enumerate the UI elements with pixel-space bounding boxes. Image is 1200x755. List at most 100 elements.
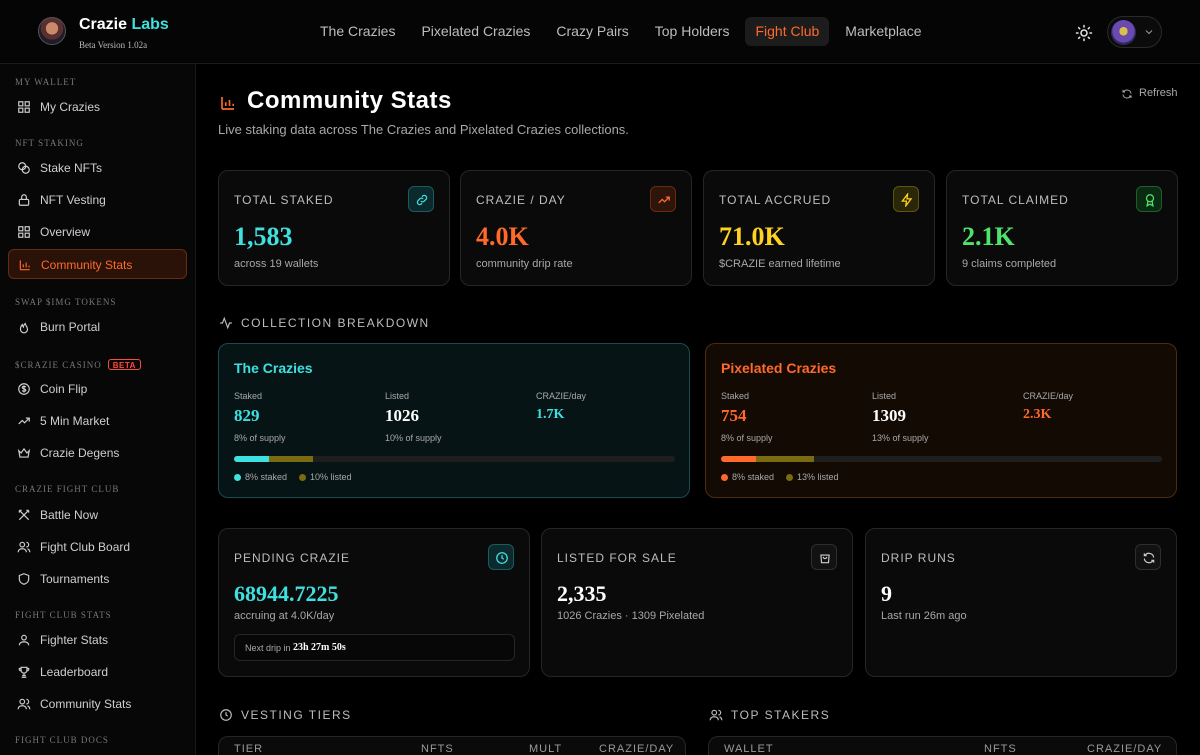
legend-listed: 13% listed (786, 472, 839, 482)
listed-value: 1309 (872, 406, 906, 425)
collection-card-the-crazies: The Crazies Staked 829 8% of supply List… (218, 343, 690, 498)
swords-icon (18, 509, 30, 521)
users-icon (17, 698, 31, 710)
sidebar-item-leaderboard[interactable]: Leaderboard (8, 657, 187, 687)
sidebar-item-label: Tournaments (40, 572, 110, 586)
listed-value: 1026 (385, 406, 419, 425)
bar-chart-icon (221, 97, 235, 110)
account-menu[interactable] (1107, 16, 1162, 48)
stat-label: LISTED FOR SALE (557, 551, 677, 565)
column-header: CRAZIE/DAY (1087, 743, 1163, 755)
sidebar-item-label: Community Stats (41, 258, 133, 272)
next-drip-label: Next drip in (245, 643, 291, 653)
nav-the-crazies[interactable]: The Crazies (310, 17, 405, 46)
sidebar-section-title: NFT STAKING (15, 138, 84, 148)
sidebar-item-label: Fight Club Board (40, 540, 131, 554)
legend-staked: 8% staked (234, 472, 287, 482)
listed-label: Listed (872, 391, 897, 401)
stat-card-total-claimed: TOTAL CLAIMED 2.1K 9 claims completed (946, 170, 1178, 286)
beta-badge: BETA (107, 359, 141, 370)
nav-top-holders[interactable]: Top Holders (645, 17, 740, 46)
brand-accent: Labs (131, 16, 169, 33)
stat-card-total-staked: TOTAL STAKED 1,583 across 19 wallets (218, 170, 450, 286)
stat-value: 2.1K (962, 222, 1015, 251)
legend-listed: 10% listed (299, 472, 352, 482)
brand-name[interactable]: Crazie Labs (79, 16, 169, 34)
section-title: TOP STAKERS (731, 708, 831, 722)
section-title: VESTING TIERS (241, 708, 352, 722)
bar-chart-icon (19, 260, 30, 271)
listed-label: Listed (385, 391, 410, 401)
nav-crazy-pairs[interactable]: Crazy Pairs (546, 17, 638, 46)
crown-icon (17, 447, 31, 458)
theme-toggle-sun-icon[interactable] (1075, 24, 1093, 42)
sidebar-item-label: Burn Portal (40, 320, 101, 334)
sidebar-item-overview[interactable]: Overview (8, 217, 187, 247)
sidebar-item-crazie-degens[interactable]: Crazie Degens (8, 438, 187, 468)
dollar-circle-icon (18, 383, 30, 395)
sidebar-item-coin-flip[interactable]: Coin Flip (8, 374, 187, 404)
stat-value: 2,335 (557, 581, 607, 606)
stat-label: DRIP RUNS (881, 551, 956, 565)
main-content: Community Stats Live staking data across… (197, 65, 1200, 755)
next-drip-countdown: Next drip in 23h 27m 50s (234, 634, 515, 661)
stat-value: 1,583 (234, 222, 293, 251)
rate-value: 1.7K (536, 407, 565, 422)
refresh-icon (1122, 89, 1132, 99)
main-nav: The Crazies Pixelated Crazies Crazy Pair… (310, 17, 938, 46)
sidebar-item-tournaments[interactable]: Tournaments (8, 564, 187, 594)
sidebar-item-community-stats[interactable]: Community Stats (8, 249, 187, 279)
page-title: Community Stats (247, 87, 452, 114)
nav-pixelated-crazies[interactable]: Pixelated Crazies (411, 17, 540, 46)
sidebar-item-nft-vesting[interactable]: NFT Vesting (8, 185, 187, 215)
collection-name: The Crazies (234, 360, 313, 376)
sidebar-item-battle-now[interactable]: Battle Now (8, 500, 187, 530)
refresh-label: Refresh (1139, 87, 1178, 99)
staked-value: 754 (721, 406, 747, 425)
legend-label: 8% staked (245, 472, 288, 482)
stat-icon-badge (488, 544, 514, 570)
stat-icon-badge (1136, 186, 1162, 212)
sidebar-item-label: Battle Now (40, 508, 99, 522)
staked-segment (234, 456, 270, 462)
sidebar-section-title: MY WALLET (15, 77, 77, 87)
listed-sub: 10% of supply (385, 433, 442, 443)
sidebar-item-label: Leaderboard (40, 665, 109, 679)
sidebar-item-burn-portal[interactable]: Burn Portal (8, 312, 187, 342)
legend-label: 8% staked (732, 472, 775, 482)
top-bar: Crazie Labs Beta Version 1.02a The Crazi… (0, 0, 1200, 64)
legend-label: 13% listed (797, 472, 839, 482)
activity-icon (220, 316, 232, 330)
sidebar-item-fight-club-board[interactable]: Fight Club Board (8, 532, 187, 562)
stat-label: PENDING CRAZIE (234, 551, 351, 565)
staked-label: Staked (721, 391, 750, 401)
stat-card-total-accrued: TOTAL ACCRUED 71.0K $CRAZIE earned lifet… (703, 170, 935, 286)
nav-marketplace[interactable]: Marketplace (835, 17, 931, 46)
sidebar-item-stake-nfts[interactable]: Stake NFTs (8, 153, 187, 183)
column-header: WALLET (724, 743, 774, 755)
sidebar-item-community-stats-fight[interactable]: Community Stats (8, 689, 187, 719)
brand-logo[interactable] (38, 17, 66, 45)
sidebar-item-label: Coin Flip (40, 382, 88, 396)
nav-fight-club[interactable]: Fight Club (745, 17, 830, 46)
column-header: NFTS (984, 743, 1017, 755)
collection-card-pixelated-crazies: Pixelated Crazies Staked 754 8% of suppl… (705, 343, 1177, 498)
version-label: Beta Version 1.02a (79, 40, 148, 50)
sidebar-item-fighter-stats[interactable]: Fighter Stats (8, 625, 187, 655)
column-header: CRAZIE/DAY (599, 743, 675, 755)
stat-icon-badge (408, 186, 434, 212)
grid-icon (18, 101, 30, 113)
sidebar-item-label: Stake NFTs (40, 161, 103, 175)
stat-label: CRAZIE / DAY (476, 193, 566, 207)
sidebar-item-5-min-market[interactable]: 5 Min Market (8, 406, 187, 436)
stat-value: 9 (881, 581, 892, 606)
column-header: TIER (234, 743, 264, 755)
staked-sub: 8% of supply (721, 433, 773, 443)
listed-segment (269, 456, 314, 462)
sidebar-item-my-crazies[interactable]: My Crazies (8, 92, 187, 122)
flame-icon (19, 322, 29, 334)
supply-progress-bar (234, 456, 675, 462)
sidebar-section-title: FIGHT CLUB DOCS (15, 735, 109, 745)
award-icon (1145, 194, 1155, 207)
stat-icon-badge (893, 186, 919, 212)
